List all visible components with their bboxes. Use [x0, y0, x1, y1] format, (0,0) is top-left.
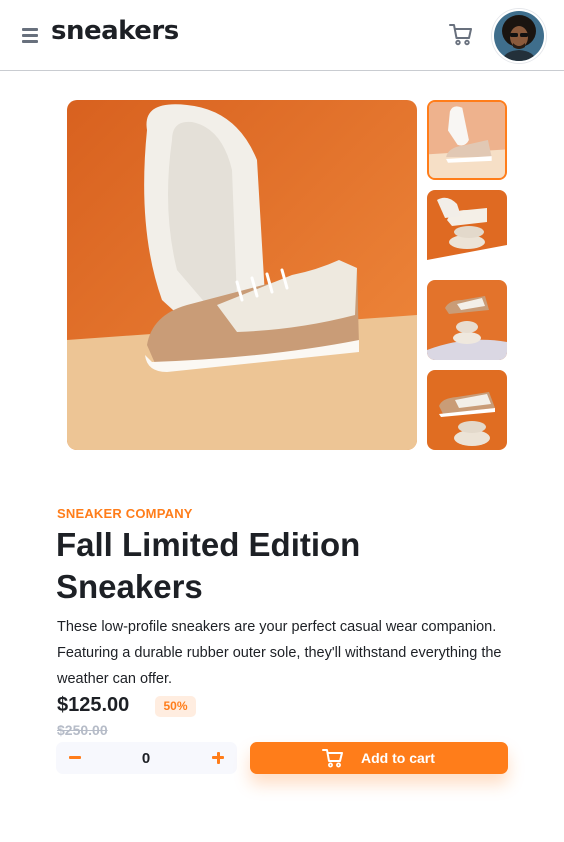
add-to-cart-button[interactable]: Add to cart: [250, 742, 508, 774]
plus-button[interactable]: [206, 747, 230, 769]
discount-badge: 50%: [155, 696, 196, 717]
user-avatar[interactable]: [492, 9, 546, 63]
original-price: $250.00: [57, 722, 108, 738]
thumbnail-4[interactable]: [427, 370, 507, 450]
product-description: These low-profile sneakers are your perf…: [57, 619, 502, 687]
current-price: $125.00: [57, 694, 130, 716]
add-to-cart-label: Add to cart: [361, 750, 435, 766]
thumbnail-1[interactable]: [427, 100, 507, 180]
quantity-stepper: 0: [56, 742, 237, 774]
thumbnail-2[interactable]: [427, 190, 507, 270]
menu-icon[interactable]: [22, 28, 38, 43]
site-logo[interactable]: sneakers: [51, 16, 179, 46]
product-title: Fall Limited Edition Sneakers: [56, 526, 361, 605]
company-name: SNEAKER COMPANY: [57, 506, 193, 521]
cart-icon[interactable]: [448, 22, 474, 46]
minus-button[interactable]: [60, 746, 90, 770]
site-header: sneakers: [0, 0, 564, 71]
minus-icon: [69, 756, 81, 759]
cart-icon: [322, 748, 344, 768]
product-main-image[interactable]: [67, 100, 417, 450]
quantity-value: 0: [141, 750, 151, 767]
thumbnail-3[interactable]: [427, 280, 507, 360]
